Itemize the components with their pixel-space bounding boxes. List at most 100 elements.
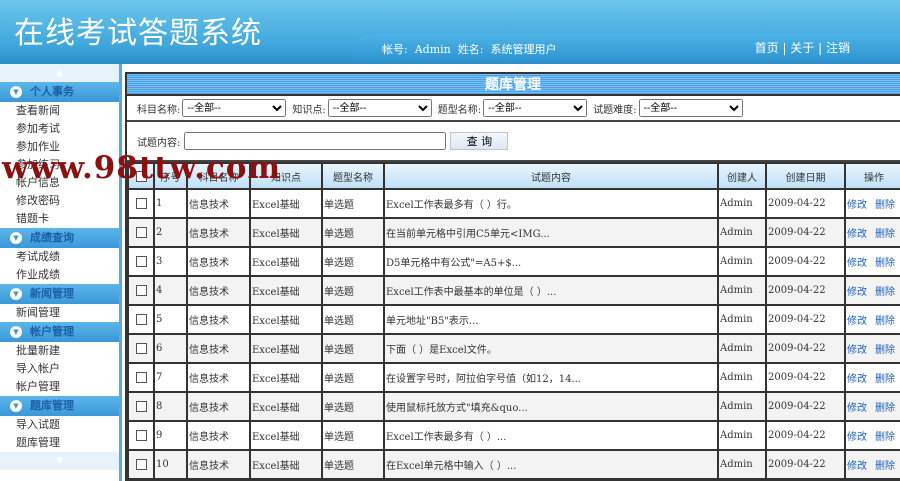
table-row: 9 信息技术 Excel基础 单选题 Excel工作表最多有（ ）... Admin 200… (127, 420, 900, 451)
subject-select[interactable]: --全部-- (182, 99, 287, 117)
logout-link[interactable]: 注销 (826, 41, 850, 55)
table-cell: Excel基础 (249, 217, 323, 248)
table-cell: 在设置字号时，阿拉伯字号值（如12，14... (383, 362, 719, 393)
edit-link[interactable]: 修改 (847, 258, 867, 269)
sidebar-item[interactable]: 导入帐户 (0, 360, 119, 378)
edit-link[interactable]: 修改 (847, 374, 867, 385)
table-cell: 2009-04-22 (765, 275, 846, 306)
table-cell: 信息技术 (186, 391, 251, 422)
table-row: 2 信息技术 Excel基础 单选题 在当前单元格中引用C5单元<IMG... Admin… (127, 217, 900, 248)
row-checkbox[interactable] (136, 256, 147, 267)
table-cell: Excel基础 (249, 449, 323, 480)
sidebar-section-header[interactable]: ▼ 新闻管理 (0, 284, 119, 304)
table-cell: Admin (717, 449, 767, 480)
sidebar-section-header[interactable]: ▼ 个人事务 (0, 82, 119, 102)
row-checkbox[interactable] (136, 372, 147, 383)
table-cell: 8 (153, 391, 188, 422)
sidebar-item[interactable]: 查看新闻 (0, 102, 119, 120)
name-value: 系统管理用户 (490, 43, 557, 56)
table-cell: 单选题 (321, 362, 385, 393)
table-cell: Excel工作表中最基本的单位是（ ）... (383, 275, 719, 306)
row-checkbox[interactable] (136, 227, 147, 238)
about-link[interactable]: 关于 (790, 41, 814, 55)
sidebar-section-header[interactable]: ▼ 题库管理 (0, 396, 119, 416)
delete-link[interactable]: 删除 (875, 258, 895, 269)
delete-link[interactable]: 删除 (875, 200, 895, 211)
sidebar-item[interactable]: 帐户管理 (0, 378, 119, 396)
sidebar-item[interactable]: 作业成绩 (0, 266, 119, 284)
table-cell: Excel基础 (249, 333, 323, 364)
table-cell: 2009-04-22 (765, 391, 846, 422)
delete-link[interactable]: 删除 (875, 316, 895, 327)
delete-link[interactable]: 删除 (875, 374, 895, 385)
chevron-down-icon: ▼ (10, 326, 22, 338)
header: 在线考试答题系统 帐号: Admin 姓名: 系统管理用户 首页 | 关于 | … (0, 0, 900, 64)
table-cell: Excel基础 (249, 188, 323, 219)
edit-link[interactable]: 修改 (847, 432, 867, 443)
table-cell: 2 (153, 217, 188, 248)
sidebar-section-title: 个人事务 (30, 85, 74, 98)
chevron-down-icon: ▼ (10, 400, 22, 412)
edit-link[interactable]: 修改 (847, 345, 867, 356)
table-cell: D5单元格中有公式"=A5+$... (383, 246, 719, 277)
delete-link[interactable]: 删除 (875, 432, 895, 443)
sidebar-item[interactable]: 参加考试 (0, 120, 119, 138)
row-checkbox[interactable] (136, 459, 147, 470)
type-select[interactable]: --全部-- (483, 99, 588, 117)
edit-link[interactable]: 修改 (847, 461, 867, 472)
row-checkbox[interactable] (136, 198, 147, 209)
edit-link[interactable]: 修改 (847, 229, 867, 240)
column-header: 创建人 (717, 162, 767, 190)
table-cell: 信息技术 (186, 420, 251, 451)
table-cell: 4 (153, 275, 188, 306)
row-checkbox[interactable] (136, 430, 147, 441)
table-cell: Excel基础 (249, 275, 323, 306)
table-cell: 单选题 (321, 217, 385, 248)
delete-link[interactable]: 删除 (875, 345, 895, 356)
table-cell: Excel工作表最多有（ ）... (383, 420, 719, 451)
content-input[interactable] (184, 132, 447, 150)
delete-link[interactable]: 删除 (875, 287, 895, 298)
scroll-up-icon[interactable]: ▲ (0, 64, 119, 82)
row-checkbox[interactable] (136, 401, 147, 412)
table-cell: Admin (717, 275, 767, 306)
sidebar: ▲ ▼ 个人事务 查看新闻 参加考试 参加作业 参加练习 帐户信息 修改密码 错题卡 ▼ 成绩查询考… (0, 64, 122, 481)
row-checkbox[interactable] (136, 343, 147, 354)
table-cell: 信息技术 (186, 246, 251, 277)
sidebar-item[interactable]: 批量新建 (0, 342, 119, 360)
row-checkbox[interactable] (136, 285, 147, 296)
sidebar-section-header[interactable]: ▼ 成绩查询 (0, 228, 119, 248)
table-cell: 2009-04-22 (765, 188, 846, 219)
scroll-down-icon[interactable]: ▼ (0, 452, 119, 470)
row-checkbox[interactable] (136, 314, 147, 325)
difficulty-select[interactable]: --全部-- (638, 99, 743, 117)
table-cell: 单选题 (321, 304, 385, 335)
sidebar-item[interactable]: 错题卡 (0, 210, 119, 228)
home-link[interactable]: 首页 (755, 41, 779, 55)
delete-link[interactable]: 删除 (875, 461, 895, 472)
sidebar-item[interactable]: 修改密码 (0, 192, 119, 210)
edit-link[interactable]: 修改 (847, 316, 867, 327)
subject-label: 科目名称: (137, 104, 181, 116)
delete-link[interactable]: 删除 (875, 229, 895, 240)
question-bank-panel: 题库管理 科目名称: --全部-- 知识点: --全部-- 题型名称: --全部… (125, 72, 900, 481)
delete-link[interactable]: 删除 (875, 403, 895, 414)
edit-link[interactable]: 修改 (847, 403, 867, 414)
sidebar-item[interactable]: 考试成绩 (0, 248, 119, 266)
edit-link[interactable]: 修改 (847, 200, 867, 211)
table-row: 1 信息技术 Excel基础 单选题 Excel工作表最多有（ ）行。 Admin 2009… (127, 188, 900, 219)
edit-link[interactable]: 修改 (847, 287, 867, 298)
sidebar-item[interactable]: 新闻管理 (0, 304, 119, 322)
sidebar-section-header[interactable]: ▼ 帐户管理 (0, 322, 119, 342)
table-cell: 1 (153, 188, 188, 219)
knowledge-label: 知识点: (292, 104, 326, 116)
sidebar-item[interactable]: 题库管理 (0, 434, 119, 452)
sidebar-item[interactable]: 导入试题 (0, 416, 119, 434)
column-header: 操作 (844, 162, 900, 190)
knowledge-select[interactable]: --全部-- (327, 99, 432, 117)
table-cell: Excel基础 (249, 420, 323, 451)
table-cell: 信息技术 (186, 449, 251, 480)
table-cell: 信息技术 (186, 304, 251, 335)
table-cell: Excel基础 (249, 362, 323, 393)
query-button[interactable]: 查 询 (450, 132, 509, 150)
